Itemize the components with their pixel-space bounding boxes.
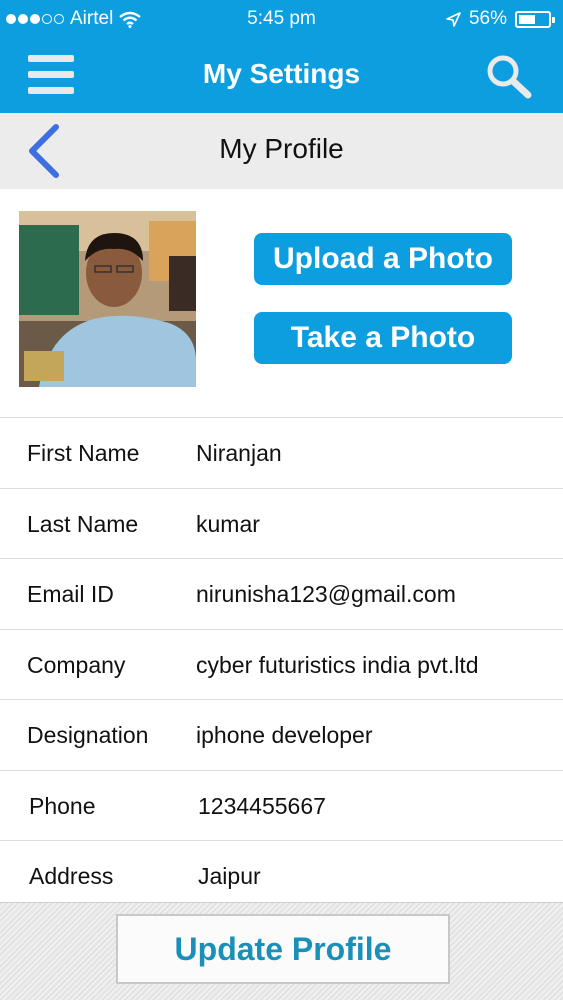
- take-photo-button[interactable]: Take a Photo: [254, 312, 512, 364]
- address-field[interactable]: Jaipur: [198, 863, 558, 890]
- field-label: Phone: [29, 792, 96, 819]
- battery-fill: [519, 14, 535, 24]
- battery-percent: 56%: [468, 8, 507, 29]
- field-row-email: Email ID nirunisha123@gmail.com: [0, 558, 563, 629]
- phone-field[interactable]: 1234455667: [198, 793, 558, 820]
- field-row-first-name: First Name Niranjan: [0, 417, 563, 488]
- upload-photo-button[interactable]: Upload a Photo: [254, 233, 512, 285]
- field-row-designation: Designation iphone developer: [0, 699, 563, 770]
- status-right: 56%: [446, 8, 555, 30]
- sub-header: My Profile: [0, 113, 563, 189]
- nav-bar: My Settings: [0, 38, 563, 113]
- battery-icon: [515, 10, 555, 28]
- location-arrow-icon: [446, 11, 461, 27]
- update-profile-button[interactable]: Update Profile: [116, 914, 450, 984]
- last-name-field[interactable]: kumar: [196, 511, 556, 538]
- field-label: Last Name: [27, 510, 139, 537]
- field-row-last-name: Last Name kumar: [0, 487, 563, 559]
- status-bar: Airtel 5:45 pm 56%: [0, 0, 563, 38]
- section-title: My Profile: [219, 133, 344, 164]
- footer: Update Profile: [0, 902, 563, 1000]
- photo-section: Upload a Photo Take a Photo: [0, 189, 563, 418]
- field-label: First Name: [27, 440, 140, 466]
- field-label: Designation: [27, 722, 149, 748]
- company-field[interactable]: cyber futuristics india pvt.ltd: [196, 652, 556, 679]
- first-name-field[interactable]: Niranjan: [196, 440, 556, 467]
- field-label: Email ID: [27, 581, 114, 607]
- page-title: My Settings: [202, 58, 361, 89]
- field-label: Company: [27, 651, 126, 678]
- field-label: Address: [29, 863, 114, 889]
- avatar[interactable]: [19, 211, 196, 387]
- designation-field[interactable]: iphone developer: [196, 722, 556, 749]
- field-row-address: Address Jaipur: [0, 840, 563, 911]
- field-row-company: Company cyber futuristics india pvt.ltd: [0, 628, 563, 700]
- profile-fields: First Name Niranjan Last Name kumar Emai…: [0, 417, 563, 911]
- email-field[interactable]: nirunisha123@gmail.com: [196, 581, 556, 608]
- search-icon[interactable]: [484, 52, 534, 102]
- field-row-phone: Phone 1234455667: [0, 769, 563, 841]
